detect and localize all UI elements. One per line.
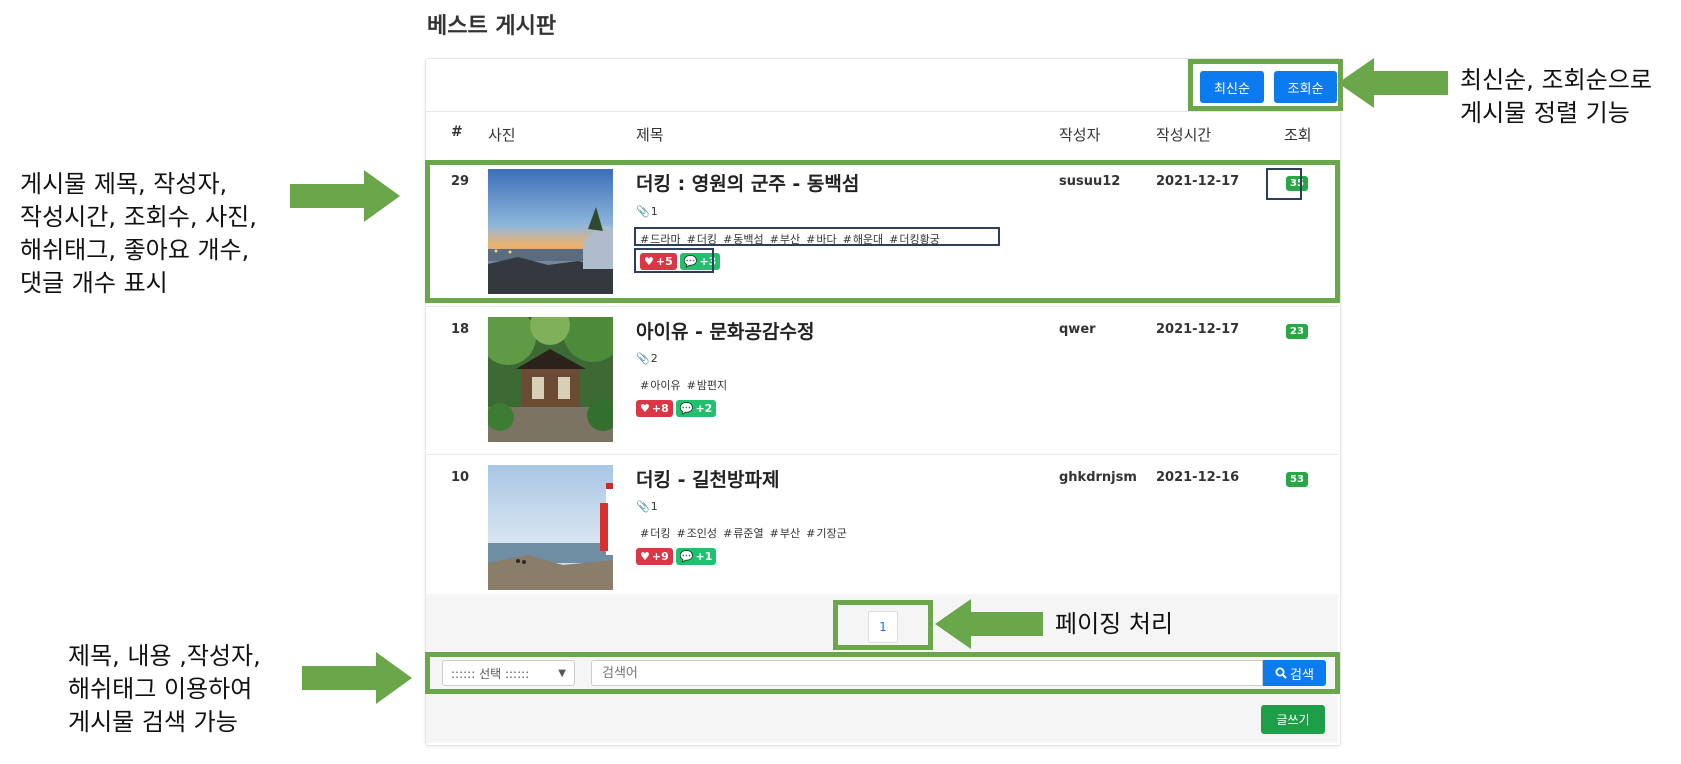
reaction-badges: ♥ +9 💬 +1: [636, 548, 717, 565]
annotation-line: 제목, 내용 ,작성자,: [68, 642, 261, 670]
column-header-title: 제목: [636, 126, 664, 144]
search-highlight-box: [425, 652, 1340, 694]
row-divider: [426, 306, 1338, 307]
comment-count: +1: [695, 550, 713, 563]
arrow-left-icon: [935, 599, 1043, 649]
heart-icon: ♥: [640, 402, 650, 415]
arrow-left-icon: [1338, 58, 1448, 108]
hashtag[interactable]: 밤편지: [687, 377, 727, 393]
post-author: qwer: [1059, 322, 1096, 337]
heart-icon: ♥: [640, 550, 650, 563]
row-number: 10: [451, 470, 470, 485]
view-count-badge: 53: [1286, 472, 1308, 487]
reaction-badges: ♥ +8 💬 +2: [636, 400, 717, 417]
post-title[interactable]: 더킹 - 길천방파제: [636, 465, 779, 492]
hashtag[interactable]: 기장군: [806, 525, 846, 541]
post-date: 2021-12-17: [1156, 322, 1240, 337]
like-count: +8: [651, 402, 669, 415]
arrow-right-icon: [302, 652, 412, 704]
like-badge: ♥ +8: [636, 400, 673, 417]
attachment-count: 📎 1: [636, 500, 658, 513]
comment-badge: 💬 +1: [675, 548, 717, 565]
paperclip-icon: 📎: [636, 500, 650, 513]
hashtag[interactable]: 더킹: [640, 525, 670, 541]
column-header-author: 작성자: [1059, 126, 1101, 144]
hashtag-list: 아이유 밤편지: [640, 377, 727, 393]
annotation-list: 게시물 제목, 작성자, 작성시간, 조회수, 사진, 해쉬태그, 좋아요 개수…: [20, 168, 257, 300]
comment-count: +2: [695, 402, 713, 415]
annotation-sort: 최신순, 조회순으로 게시물 정렬 기능: [1460, 64, 1652, 130]
annotation-line: 게시물 검색 가능: [68, 708, 238, 736]
write-button[interactable]: 글쓰기: [1261, 705, 1325, 734]
hashtag[interactable]: 아이유: [640, 377, 680, 393]
comment-icon: 💬: [679, 550, 694, 563]
annotation-line: 게시물 정렬 기능: [1460, 99, 1630, 127]
annotation-search: 제목, 내용 ,작성자, 해쉬태그 이용하여 게시물 검색 가능: [68, 640, 261, 739]
attachment-count-value: 1: [650, 500, 658, 513]
annotation-line: 최신순, 조회순으로: [1460, 66, 1652, 94]
annotation-line: 게시물 제목, 작성자,: [20, 170, 228, 198]
hashtag[interactable]: 류준열: [723, 525, 763, 541]
sort-highlight-box: [1188, 59, 1343, 111]
header-divider: [426, 111, 1338, 112]
like-badge: ♥ +9: [636, 548, 673, 565]
post-thumbnail[interactable]: [488, 465, 613, 590]
row-number: 18: [451, 322, 470, 337]
attachment-count-value: 2: [650, 352, 658, 365]
page-title: 베스트 게시판: [427, 14, 557, 39]
hashtag[interactable]: 부산: [770, 525, 800, 541]
hashtag-list: 더킹 조인성 류준열 부산 기장군: [640, 525, 847, 541]
column-header-photo: 사진: [488, 126, 516, 144]
column-header-views: 조회: [1284, 126, 1312, 144]
column-header-date: 작성시간: [1156, 126, 1212, 144]
view-count-badge: 23: [1286, 324, 1308, 339]
annotation-line: 해쉬태그 이용하여: [68, 675, 253, 703]
tags-highlight-box: [634, 227, 1000, 246]
post-date: 2021-12-16: [1156, 470, 1240, 485]
post-author: ghkdrnjsm: [1059, 470, 1137, 485]
annotation-line: 댓글 개수 표시: [20, 269, 168, 297]
annotation-line: 작성시간, 조회수, 사진,: [20, 203, 257, 231]
column-header-num: #: [451, 124, 463, 140]
post-title[interactable]: 아이유 - 문화공감수정: [636, 317, 814, 344]
comment-icon: 💬: [679, 402, 694, 415]
comment-badge: 💬 +2: [675, 400, 717, 417]
paperclip-icon: 📎: [636, 352, 650, 365]
annotation-line: 해쉬태그, 좋아요 개수,: [20, 236, 250, 264]
annotation-paging: 페이징 처리: [1055, 610, 1174, 638]
like-count: +9: [651, 550, 669, 563]
hashtag[interactable]: 조인성: [676, 525, 717, 541]
pagination-highlight-box: [833, 600, 933, 650]
post-thumbnail[interactable]: [488, 317, 613, 442]
arrow-right-icon: [290, 170, 400, 222]
row-divider: [426, 454, 1338, 455]
badges-highlight-box: [634, 248, 714, 273]
attachment-count: 📎 2: [636, 352, 658, 365]
views-highlight-box: [1266, 168, 1302, 200]
